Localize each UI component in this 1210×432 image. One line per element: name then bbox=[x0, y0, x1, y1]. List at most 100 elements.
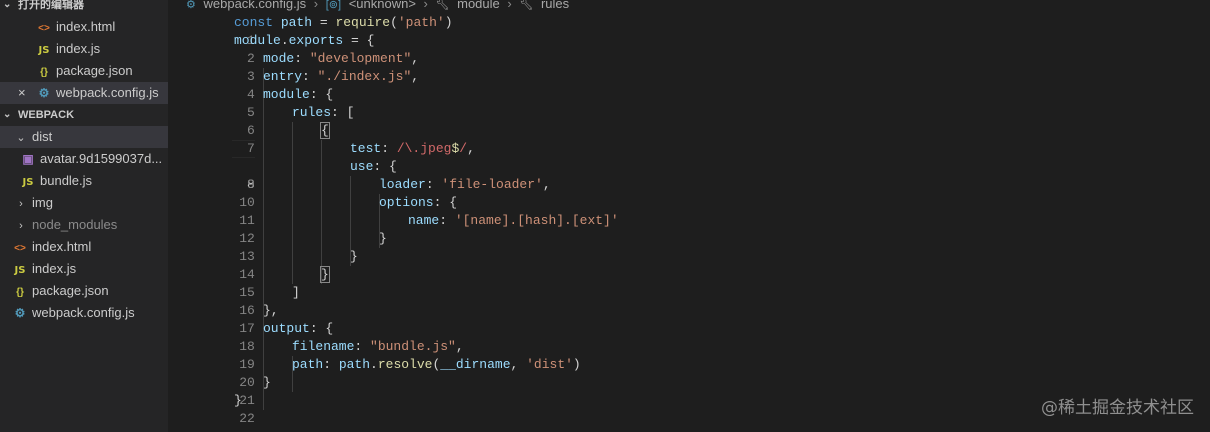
tree-folder-dist[interactable]: ⌄ dist bbox=[0, 126, 168, 148]
code-token: ( bbox=[390, 15, 398, 30]
code-token: , bbox=[455, 339, 464, 354]
open-editor-index-js[interactable]: JS index.js bbox=[0, 38, 168, 60]
open-editor-label: webpack.config.js bbox=[56, 85, 159, 100]
breadcrumb-module[interactable]: module bbox=[457, 0, 500, 11]
code-token: "./index.js" bbox=[317, 69, 412, 84]
open-editor-webpack-config[interactable]: × ⚙ webpack.config.js bbox=[0, 82, 168, 104]
open-editors-title: 打开的编辑器 bbox=[18, 0, 84, 11]
chevron-right-icon: › bbox=[19, 198, 23, 210]
code-token: '[name].[hash].[ext]' bbox=[454, 213, 619, 228]
code-token: output bbox=[263, 321, 310, 336]
open-editors-header[interactable]: ⌄ 打开的编辑器 bbox=[0, 0, 168, 16]
code-token: : bbox=[439, 213, 455, 228]
tree-label: bundle.js bbox=[40, 173, 93, 188]
tree-file-webpack-config[interactable]: ⚙ webpack.config.js bbox=[0, 302, 168, 324]
tree-file-index-html[interactable]: <> index.html bbox=[0, 236, 168, 258]
code-editor[interactable]: ⚙ webpack.config.js › [⊚] <unknown> › 🔧︎… bbox=[168, 0, 1210, 432]
tree-folder-img[interactable]: › img bbox=[0, 192, 168, 214]
code-token: ) bbox=[444, 15, 453, 30]
code-token: : bbox=[294, 51, 310, 66]
code-token: exports bbox=[288, 33, 344, 48]
code-token: } bbox=[350, 249, 358, 264]
code-token: : bbox=[381, 141, 397, 156]
code-line: 7 { bbox=[168, 122, 330, 156]
code-token: module bbox=[234, 33, 281, 48]
breadcrumb-unknown[interactable]: <unknown> bbox=[349, 0, 416, 11]
indent-guide bbox=[292, 122, 293, 284]
webpack-file-icon: ⚙ bbox=[38, 86, 50, 100]
chevron-down-icon: ⌄ bbox=[16, 132, 26, 144]
code-token: /\. bbox=[396, 141, 421, 156]
tree-label: index.js bbox=[32, 261, 77, 276]
code-token: : bbox=[302, 69, 318, 84]
current-line-highlight bbox=[232, 140, 255, 158]
breadcrumb-rules[interactable]: rules bbox=[541, 0, 569, 11]
project-header[interactable]: ⌄ WEBPACK bbox=[0, 104, 168, 126]
open-editor-index-html[interactable]: <> index.html bbox=[0, 16, 168, 38]
code-lines[interactable]: 1 const path = require('path') 2 module.… bbox=[168, 14, 619, 426]
image-file-icon: ▣ bbox=[22, 152, 34, 166]
code-token: . bbox=[370, 357, 378, 372]
open-editor-package-json[interactable]: {} package.json bbox=[0, 60, 168, 82]
tree-file-bundle[interactable]: JS bundle.js bbox=[0, 170, 168, 192]
code-token: , bbox=[411, 69, 420, 84]
code-token: path bbox=[292, 357, 324, 372]
breadcrumb: ⚙ webpack.config.js › [⊚] <unknown> › 🔧︎… bbox=[186, 0, 573, 14]
close-icon[interactable]: × bbox=[18, 82, 26, 104]
code-token: : bbox=[323, 357, 339, 372]
code-token: : { bbox=[433, 195, 458, 210]
code-token: rules bbox=[292, 105, 332, 120]
tree-label: package.json bbox=[32, 283, 109, 298]
tree-file-index-js[interactable]: JS index.js bbox=[0, 258, 168, 280]
tree-label: webpack.config.js bbox=[32, 305, 135, 320]
code-token: entry bbox=[263, 69, 303, 84]
breadcrumb-file[interactable]: webpack.config.js bbox=[204, 0, 307, 11]
chevron-right-icon: › bbox=[423, 0, 428, 11]
code-token: : { bbox=[309, 87, 334, 102]
code-token: path bbox=[280, 15, 313, 30]
code-token: ] bbox=[292, 285, 300, 300]
code-line-current: 8 test: /\.jpeg$/, bbox=[168, 140, 475, 192]
js-file-icon: JS bbox=[22, 177, 34, 188]
code-line: 16 ] bbox=[168, 284, 300, 318]
code-line: 12 name: '[name].[hash].[ext]' bbox=[168, 212, 618, 246]
explorer-sidebar: ⌄ 打开的编辑器 <> index.html JS index.js {} packa… bbox=[0, 0, 168, 432]
indent-guide bbox=[321, 140, 322, 284]
code-token: "bundle.js" bbox=[370, 339, 456, 354]
symbol-variable-icon: [⊚] bbox=[325, 0, 342, 11]
code-token: const bbox=[234, 15, 274, 30]
code-line: 1 const path = require('path') bbox=[168, 14, 453, 48]
code-token: }, bbox=[263, 303, 279, 318]
tree-label: img bbox=[32, 195, 53, 210]
code-token: = bbox=[312, 15, 336, 30]
code-token: } bbox=[379, 231, 387, 246]
code-token: : bbox=[425, 177, 442, 192]
project-title: WEBPACK bbox=[18, 109, 75, 121]
code-token: : { bbox=[373, 159, 397, 174]
code-token: jpeg bbox=[420, 141, 452, 156]
code-line: 11 options: { bbox=[168, 194, 457, 228]
code-token: 'dist' bbox=[526, 357, 573, 372]
tree-file-avatar[interactable]: ▣ avatar.9d1599037d... bbox=[0, 148, 168, 170]
wrench-icon: 🔧︎ bbox=[519, 0, 534, 11]
code-token: : { bbox=[309, 321, 334, 336]
chevron-down-icon: ⌄ bbox=[3, 109, 12, 120]
html-file-icon: <> bbox=[38, 23, 50, 34]
tree-folder-node-modules[interactable]: › node_modules bbox=[0, 214, 168, 236]
code-line: 21 } bbox=[168, 374, 271, 408]
code-line: 19 filename: "bundle.js", bbox=[168, 338, 463, 372]
code-line: 4 entry: "./index.js", bbox=[168, 68, 419, 102]
open-editor-label: index.html bbox=[56, 19, 116, 34]
tree-label: index.html bbox=[32, 239, 92, 254]
code-line: 20 path: path.resolve(__dirname, 'dist') bbox=[168, 356, 581, 390]
code-line: 18 output: { bbox=[168, 320, 333, 354]
code-token: filename bbox=[292, 339, 355, 354]
bracket-match: } bbox=[320, 266, 330, 283]
code-token: ) bbox=[572, 357, 581, 372]
code-token: / bbox=[459, 141, 468, 156]
code-line: 2 module.exports = { bbox=[168, 32, 374, 66]
open-editor-label: index.js bbox=[56, 41, 101, 56]
code-token: } bbox=[263, 375, 271, 390]
code-line: 15 } bbox=[168, 266, 330, 300]
tree-file-package-json[interactable]: {} package.json bbox=[0, 280, 168, 302]
